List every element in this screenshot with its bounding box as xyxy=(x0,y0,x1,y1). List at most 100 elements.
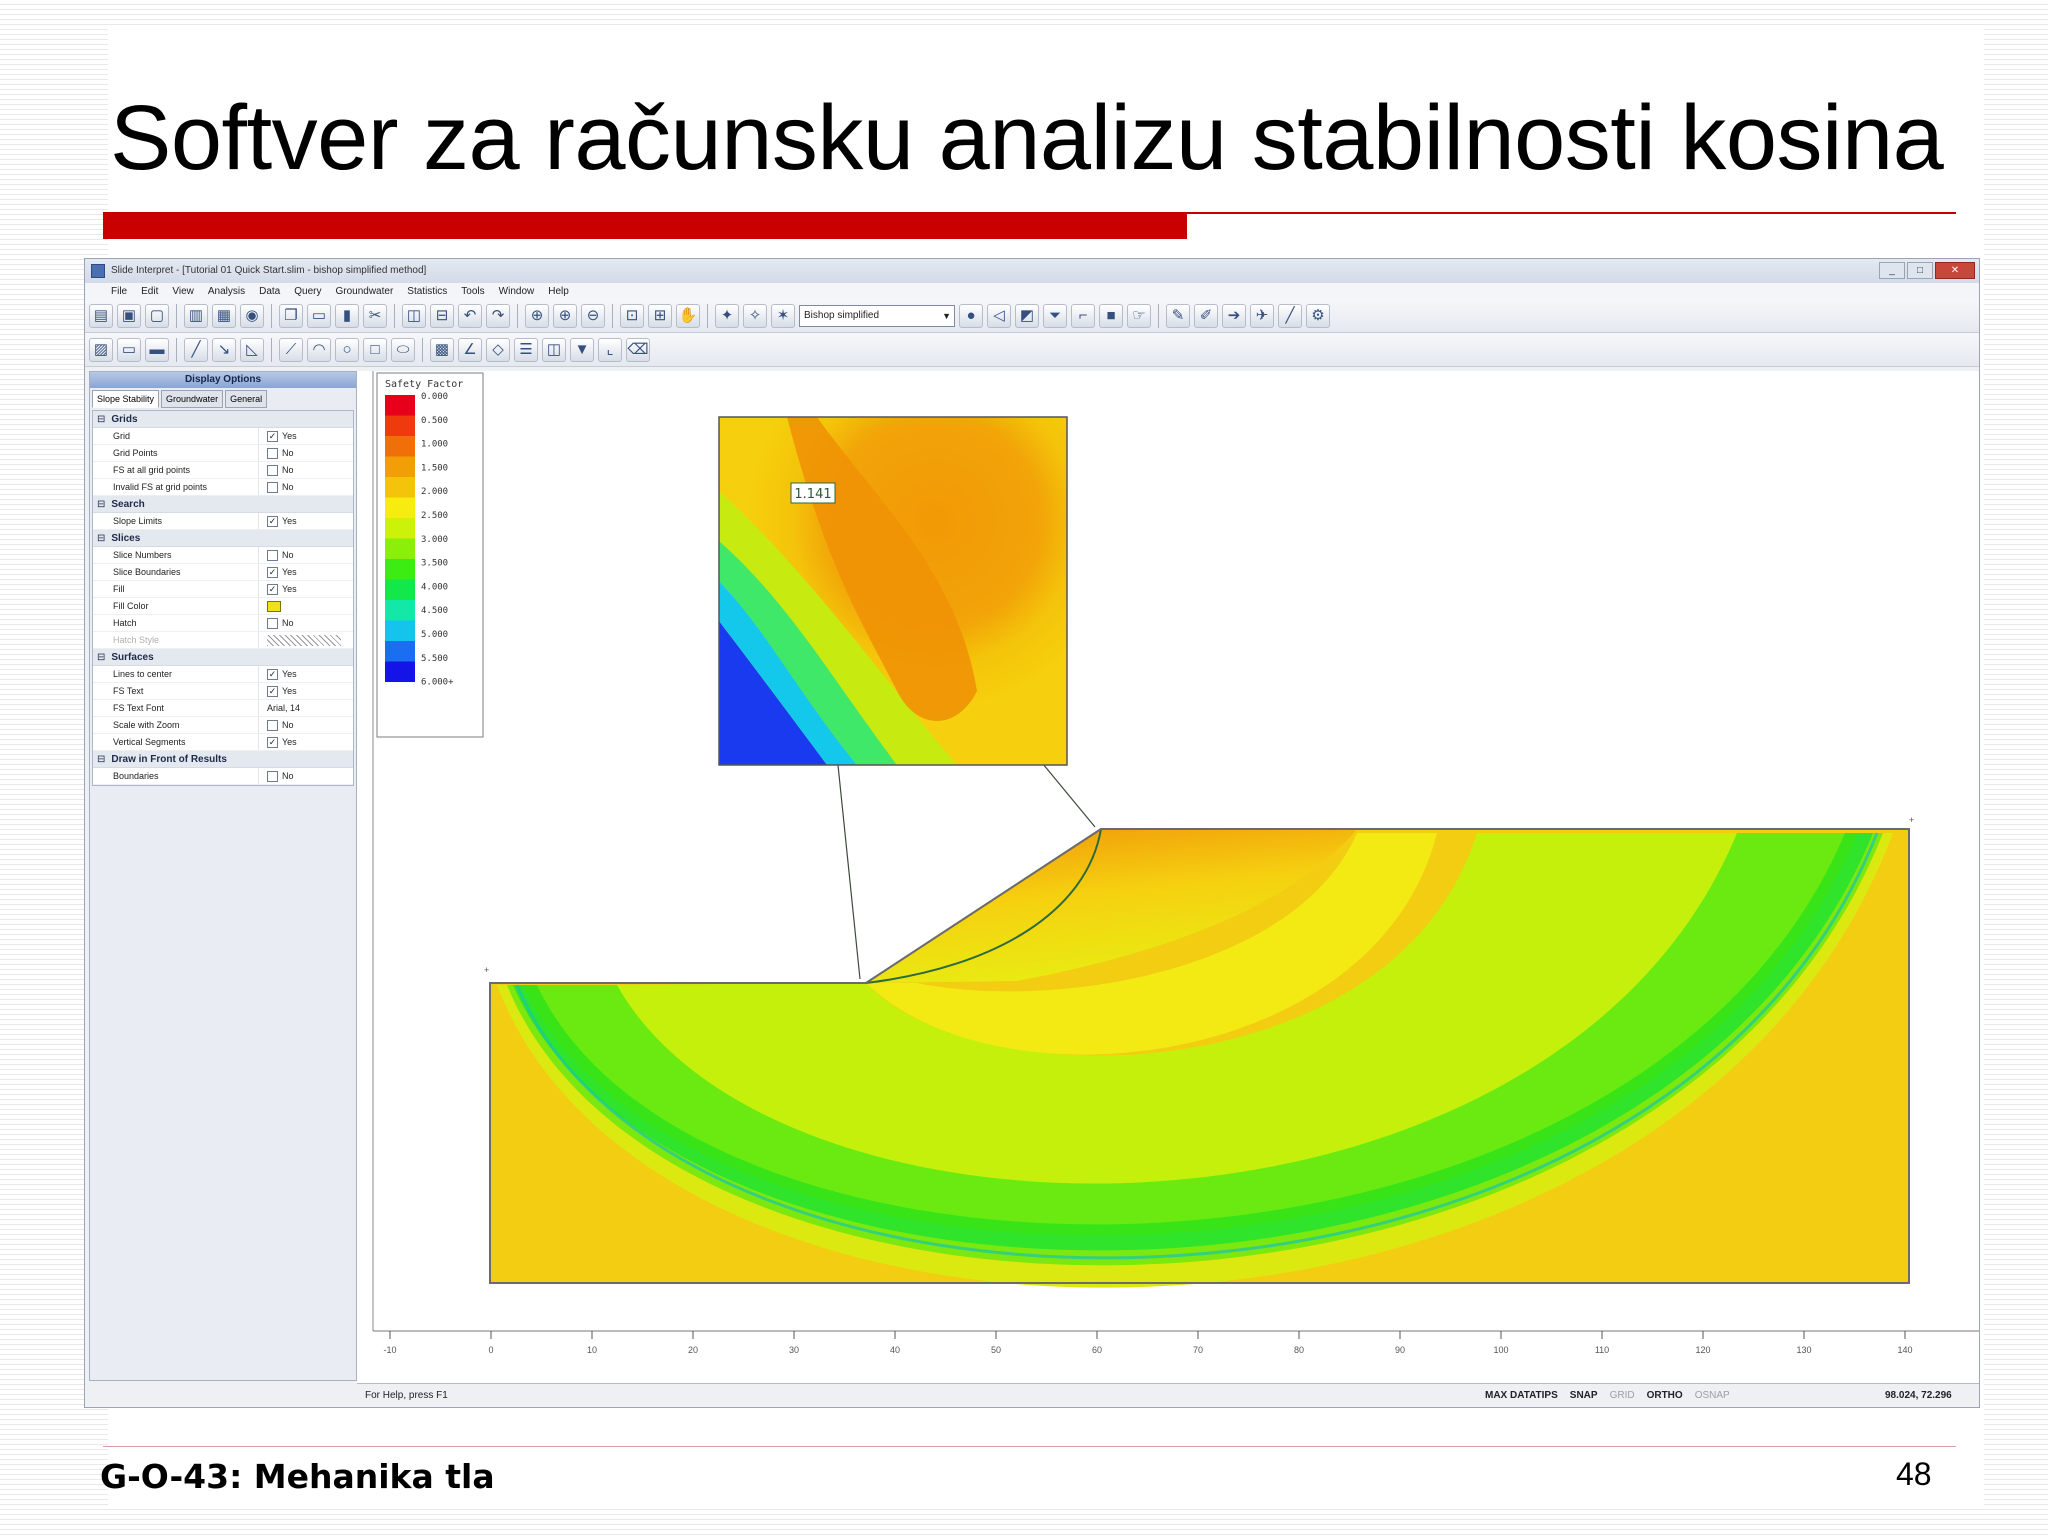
minimize-button[interactable]: _ xyxy=(1879,262,1905,279)
axis-icon[interactable]: ⌞ xyxy=(598,337,622,362)
status-grid[interactable]: GRID xyxy=(1610,1390,1635,1401)
property-category[interactable]: Slices xyxy=(93,530,353,547)
menu-item-view[interactable]: View xyxy=(172,286,194,297)
filter-icon[interactable]: ⏷ xyxy=(1043,303,1067,328)
ellipse-icon[interactable]: ⬭ xyxy=(391,337,415,362)
maximize-button[interactable]: □ xyxy=(1907,262,1933,279)
hand-icon[interactable]: ☞ xyxy=(1127,303,1151,328)
menu-item-file[interactable]: File xyxy=(111,286,127,297)
redo-icon[interactable]: ↷ xyxy=(486,303,510,328)
property-value[interactable]: No xyxy=(259,615,353,631)
property-row[interactable]: Grid ✓ Yes xyxy=(93,428,353,445)
property-row[interactable]: FS Text ✓ Yes xyxy=(93,683,353,700)
checkbox-checked-icon[interactable]: ✓ xyxy=(267,668,278,680)
surface-icon[interactable]: ◁ xyxy=(987,303,1011,328)
arrow-icon[interactable]: ↘ xyxy=(212,337,236,362)
frame-icon[interactable]: ◫ xyxy=(542,337,566,362)
menu-item-statistics[interactable]: Statistics xyxy=(407,286,447,297)
status-osnap[interactable]: OSNAP xyxy=(1695,1390,1730,1401)
copy-icon[interactable]: ❐ xyxy=(279,303,303,328)
text-box-icon[interactable]: ▭ xyxy=(117,337,141,362)
paste-icon[interactable]: ▭ xyxy=(307,303,331,328)
circle-icon[interactable]: ○ xyxy=(335,337,359,362)
zoom-in-icon[interactable]: ⊕ xyxy=(553,303,577,328)
method-select[interactable]: Bishop simplified ▼ xyxy=(799,304,955,327)
rectangle-icon[interactable]: □ xyxy=(363,337,387,362)
property-category[interactable]: Surfaces xyxy=(93,649,353,666)
zoom-window-icon[interactable]: ⊡ xyxy=(620,303,644,328)
property-row[interactable]: Lines to center ✓ Yes xyxy=(93,666,353,683)
tile-horizontal-icon[interactable]: ⊟ xyxy=(430,303,454,328)
property-row[interactable]: Slice Numbers No xyxy=(93,547,353,564)
menu-item-groundwater[interactable]: Groundwater xyxy=(335,286,393,297)
close-button[interactable]: ✕ xyxy=(1935,262,1975,279)
query-min-icon[interactable]: ✧ xyxy=(743,303,767,328)
property-value[interactable] xyxy=(259,632,353,648)
checkbox-icon[interactable] xyxy=(267,549,278,561)
query-surface-icon[interactable]: ✦ xyxy=(715,303,739,328)
checkbox-checked-icon[interactable]: ✓ xyxy=(267,583,278,595)
checkbox-icon[interactable] xyxy=(267,464,278,476)
polyline-icon[interactable]: ⟋ xyxy=(279,337,303,362)
query-all-icon[interactable]: ✶ xyxy=(771,303,795,328)
property-row[interactable]: Vertical Segments ✓ Yes xyxy=(93,734,353,751)
property-row[interactable]: Hatch Style xyxy=(93,632,353,649)
bird-icon[interactable]: ✈ xyxy=(1250,303,1274,328)
property-row[interactable]: Scale with Zoom No xyxy=(93,717,353,734)
line-icon[interactable]: ╱ xyxy=(184,337,208,362)
checkbox-icon[interactable] xyxy=(267,617,278,629)
graph-icon[interactable]: ▮ xyxy=(335,303,359,328)
checkbox-checked-icon[interactable]: ✓ xyxy=(267,430,278,442)
status-max-datatips[interactable]: MAX DATATIPS xyxy=(1485,1390,1558,1401)
property-value[interactable]: ✓ Yes xyxy=(259,581,353,597)
property-value[interactable]: No xyxy=(259,479,353,495)
property-value[interactable]: ✓ Yes xyxy=(259,428,353,444)
cut-icon[interactable]: ✂ xyxy=(363,303,387,328)
checkbox-checked-icon[interactable]: ✓ xyxy=(267,736,278,748)
save-icon[interactable]: ▣ xyxy=(117,303,141,328)
property-value[interactable]: ✓ Yes xyxy=(259,513,353,529)
property-value[interactable]: No xyxy=(259,717,353,733)
property-value[interactable]: No xyxy=(259,445,353,461)
property-row[interactable]: Grid Points No xyxy=(93,445,353,462)
measure-angle-icon[interactable]: ∠ xyxy=(458,337,482,362)
property-row[interactable]: Fill ✓ Yes xyxy=(93,581,353,598)
chart-icon[interactable]: ▥ xyxy=(184,303,208,328)
status-snap[interactable]: SNAP xyxy=(1570,1390,1598,1401)
tab-general[interactable]: General xyxy=(225,390,268,408)
property-value[interactable]: ✓ Yes xyxy=(259,564,353,580)
tile-vertical-icon[interactable]: ◫ xyxy=(402,303,426,328)
open-icon[interactable]: ▤ xyxy=(89,303,113,328)
menu-item-query[interactable]: Query xyxy=(294,286,321,297)
menu-item-tools[interactable]: Tools xyxy=(461,286,484,297)
property-value[interactable] xyxy=(259,598,353,614)
menu-item-data[interactable]: Data xyxy=(259,286,280,297)
checkbox-checked-icon[interactable]: ✓ xyxy=(267,515,278,527)
checkbox-icon[interactable] xyxy=(267,481,278,493)
slice-data-icon[interactable]: ⌐ xyxy=(1071,303,1095,328)
model-view[interactable]: + + 1.141 Safety Factor 0.000 0.500 1.00… xyxy=(357,371,1979,1383)
undo-icon[interactable]: ↶ xyxy=(458,303,482,328)
pan-icon[interactable]: ✋ xyxy=(676,303,700,328)
property-row[interactable]: FS Text Font Arial, 14 xyxy=(93,700,353,717)
data-tips-icon[interactable]: ■ xyxy=(1099,303,1123,328)
pen-icon[interactable]: ✎ xyxy=(1166,303,1190,328)
property-category[interactable]: Draw in Front of Results xyxy=(93,751,353,768)
property-value[interactable]: No xyxy=(259,547,353,563)
property-category[interactable]: Grids xyxy=(93,411,353,428)
print-preview-icon[interactable]: ▢ xyxy=(145,303,169,328)
window-icon[interactable]: ▬ xyxy=(145,337,169,362)
angle-icon[interactable]: ◺ xyxy=(240,337,264,362)
checkbox-checked-icon[interactable]: ✓ xyxy=(267,685,278,697)
menu-item-analysis[interactable]: Analysis xyxy=(208,286,245,297)
color-swatch[interactable] xyxy=(267,600,281,612)
globe-icon[interactable]: ● xyxy=(959,303,983,328)
checkbox-checked-icon[interactable]: ✓ xyxy=(267,566,278,578)
min-surface-icon[interactable]: ◩ xyxy=(1015,303,1039,328)
property-value[interactable]: ✓ Yes xyxy=(259,683,353,699)
checkbox-icon[interactable] xyxy=(267,770,278,782)
property-value[interactable]: ✓ Yes xyxy=(259,666,353,682)
line-tool-icon[interactable]: ╱ xyxy=(1278,303,1302,328)
property-row[interactable]: Slice Boundaries ✓ Yes xyxy=(93,564,353,581)
property-row[interactable]: Boundaries No xyxy=(93,768,353,785)
